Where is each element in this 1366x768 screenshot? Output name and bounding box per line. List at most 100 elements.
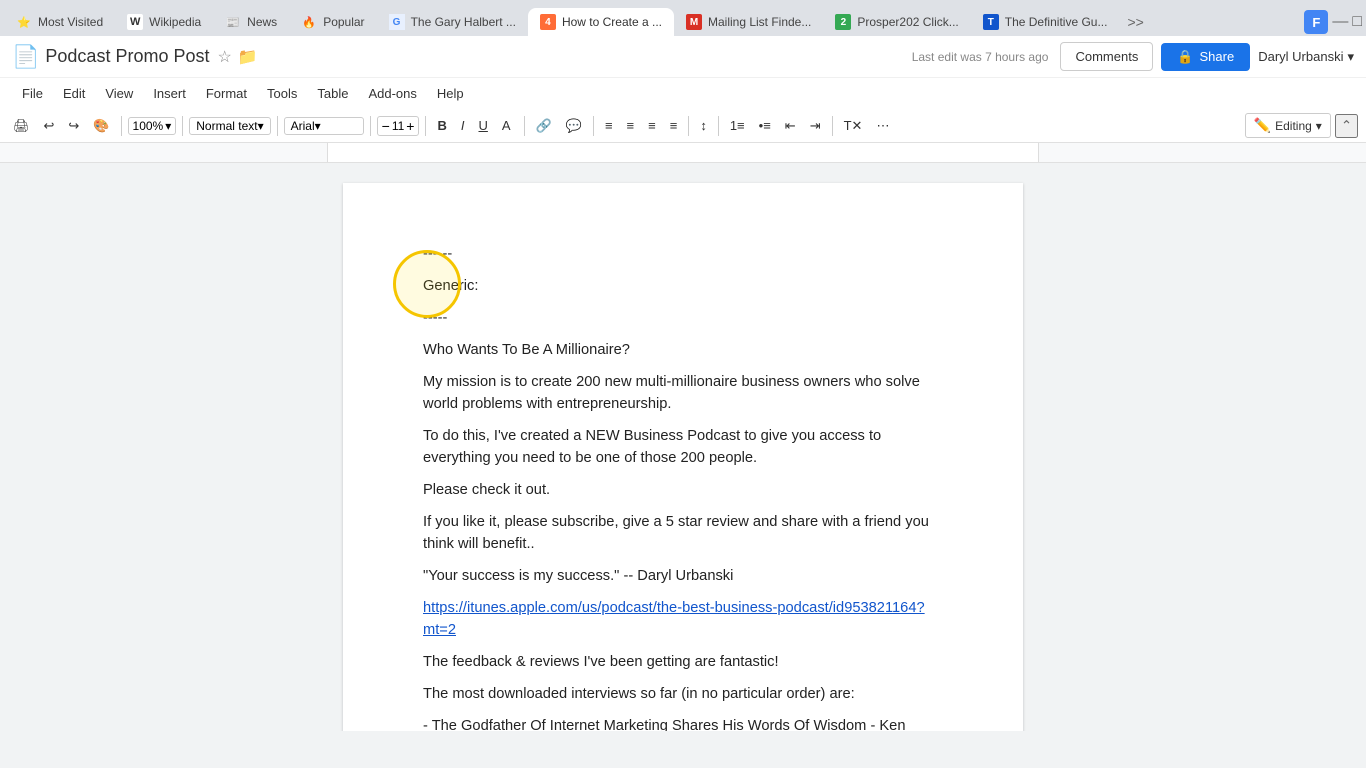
tab-news[interactable]: 📰 News: [213, 8, 289, 36]
para-check-out: Please check it out.: [423, 479, 943, 501]
comments-button[interactable]: Comments: [1060, 42, 1153, 71]
menu-addons[interactable]: Add-ons: [358, 82, 426, 105]
para-millionaire: Who Wants To Be A Millionaire?: [423, 339, 943, 361]
separator-6: [524, 116, 525, 136]
paint-format-button[interactable]: 🎨: [88, 115, 114, 137]
user-info[interactable]: Daryl Urbanski ▾: [1258, 49, 1354, 65]
undo-button[interactable]: ↩: [39, 115, 60, 137]
chrome-profile-icon[interactable]: F: [1304, 10, 1328, 34]
document-area[interactable]: ------ Generic: ----- Who Wants To Be A …: [0, 163, 1366, 731]
share-lock-icon: 🔒: [1177, 49, 1193, 65]
zoom-control[interactable]: 100% ▾: [128, 117, 177, 135]
increase-indent-button[interactable]: ⇥: [805, 115, 826, 137]
para-quote: "Your success is my success." -- Daryl U…: [423, 565, 943, 587]
separator-1: [121, 116, 122, 136]
align-right-button[interactable]: ≡: [643, 115, 661, 136]
decrease-indent-button[interactable]: ⇤: [780, 115, 801, 137]
editing-mode-dropdown[interactable]: ✏️ Editing ▾: [1245, 113, 1331, 138]
style-dropdown-icon: ▾: [258, 119, 264, 133]
comment-button[interactable]: 💬: [561, 115, 587, 137]
separator-5: [425, 116, 426, 136]
collapse-toolbar-button[interactable]: ⌃: [1335, 114, 1358, 138]
tab-wikipedia[interactable]: W Wikipedia: [115, 8, 213, 36]
itunes-anchor[interactable]: https://itunes.apple.com/us/podcast/the-…: [423, 600, 925, 638]
tab-overflow[interactable]: >>: [1119, 14, 1151, 30]
tab-mailing-list[interactable]: M Mailing List Finde...: [674, 8, 823, 36]
menu-help[interactable]: Help: [427, 82, 474, 105]
menu-row: File Edit View Insert Format Tools Table…: [0, 78, 1366, 109]
pencil-icon: ✏️: [1254, 117, 1271, 134]
title-row: 📄 Podcast Promo Post ☆ 📁 Last edit was 7…: [0, 36, 1366, 78]
dashes-2: -----: [423, 307, 943, 329]
redo-button[interactable]: ↪: [63, 115, 84, 137]
tab-gary-halbert[interactable]: G The Gary Halbert ...: [377, 8, 528, 36]
folder-button[interactable]: 📁: [238, 47, 258, 67]
menu-format[interactable]: Format: [196, 82, 257, 105]
separator-8: [688, 116, 689, 136]
star-button[interactable]: ☆: [217, 47, 231, 67]
minimize-button[interactable]: —: [1332, 13, 1348, 31]
para-podcast: To do this, I've created a NEW Business …: [423, 425, 943, 469]
menu-insert[interactable]: Insert: [143, 82, 196, 105]
para-feedback: The feedback & reviews I've been getting…: [423, 651, 943, 673]
tab-popular[interactable]: 🔥 Popular: [289, 8, 376, 36]
dashes-1: ------: [423, 243, 478, 265]
italic-button[interactable]: I: [456, 115, 470, 136]
itunes-link[interactable]: https://itunes.apple.com/us/podcast/the-…: [423, 597, 943, 641]
restore-button[interactable]: □: [1352, 13, 1362, 31]
font-size-decrease[interactable]: −: [382, 118, 390, 134]
menu-file[interactable]: File: [12, 82, 53, 105]
document-page: ------ Generic: ----- Who Wants To Be A …: [343, 183, 1023, 731]
align-left-button[interactable]: ≡: [600, 115, 618, 136]
text-color-button[interactable]: A: [497, 115, 518, 136]
document-content[interactable]: ------ Generic: ----- Who Wants To Be A …: [423, 243, 943, 731]
line-spacing-button[interactable]: ↕: [695, 115, 712, 136]
bullet-list-button[interactable]: •≡: [754, 115, 776, 136]
align-center-button[interactable]: ≡: [622, 115, 640, 136]
generic-label: Generic:: [423, 275, 478, 297]
more-format-button[interactable]: ⋯: [871, 115, 894, 137]
font-dropdown[interactable]: Arial ▾: [284, 117, 364, 135]
tab-favicon-gary: G: [389, 14, 405, 30]
zoom-value: 100%: [133, 119, 164, 133]
share-button[interactable]: 🔒 Share: [1161, 43, 1250, 71]
zoom-dropdown-icon: ▾: [165, 119, 171, 133]
numbered-list-button[interactable]: 1≡: [725, 115, 750, 136]
menu-edit[interactable]: Edit: [53, 82, 95, 105]
para-mission: My mission is to create 200 new multi-mi…: [423, 371, 943, 415]
menu-table[interactable]: Table: [307, 82, 358, 105]
para-most-downloaded: The most downloaded interviews so far (i…: [423, 683, 943, 705]
font-size-control[interactable]: − 11 +: [377, 116, 420, 136]
justify-button[interactable]: ≡: [665, 115, 683, 136]
print-button[interactable]: 🖨: [8, 115, 35, 137]
google-docs-app: 📄 Podcast Promo Post ☆ 📁 Last edit was 7…: [0, 36, 1366, 163]
underline-button[interactable]: U: [474, 115, 493, 136]
bold-button[interactable]: B: [432, 115, 451, 136]
link-button[interactable]: 🔗: [531, 115, 557, 137]
style-dropdown[interactable]: Normal text ▾: [189, 117, 270, 135]
tab-definitive[interactable]: T The Definitive Gu...: [971, 8, 1120, 36]
font-dropdown-icon: ▾: [315, 119, 321, 133]
docs-icon: 📄: [12, 44, 39, 70]
para-ken-mccarthy: - The Godfather Of Internet Marketing Sh…: [423, 715, 943, 731]
tab-how-to-create[interactable]: 4 How to Create a ...: [528, 8, 674, 36]
menu-view[interactable]: View: [95, 82, 143, 105]
username-label: Daryl Urbanski: [1258, 49, 1343, 64]
tab-most-visited[interactable]: ⭐ Most Visited: [4, 8, 115, 36]
tab-prosper202[interactable]: 2 Prosper202 Click...: [823, 8, 970, 36]
tab-favicon-mailing: M: [686, 14, 702, 30]
tab-favicon-popular: 🔥: [301, 14, 317, 30]
separator-3: [277, 116, 278, 136]
editing-label: Editing: [1275, 119, 1312, 133]
editing-dropdown-icon: ▾: [1316, 119, 1322, 133]
font-size-increase[interactable]: +: [406, 118, 414, 134]
last-edit-text: Last edit was 7 hours ago: [912, 50, 1049, 64]
para-subscribe: If you like it, please subscribe, give a…: [423, 511, 943, 555]
clear-format-button[interactable]: T✕: [839, 115, 868, 137]
menu-tools[interactable]: Tools: [257, 82, 307, 105]
toolbar: 🖨 ↩ ↪ 🎨 100% ▾ Normal text ▾ Arial ▾ − 1…: [0, 109, 1366, 143]
tab-favicon-definitive: T: [983, 14, 999, 30]
chevron-down-icon: ▾: [1347, 49, 1354, 65]
doc-title[interactable]: Podcast Promo Post: [45, 46, 209, 67]
separator-2: [182, 116, 183, 136]
